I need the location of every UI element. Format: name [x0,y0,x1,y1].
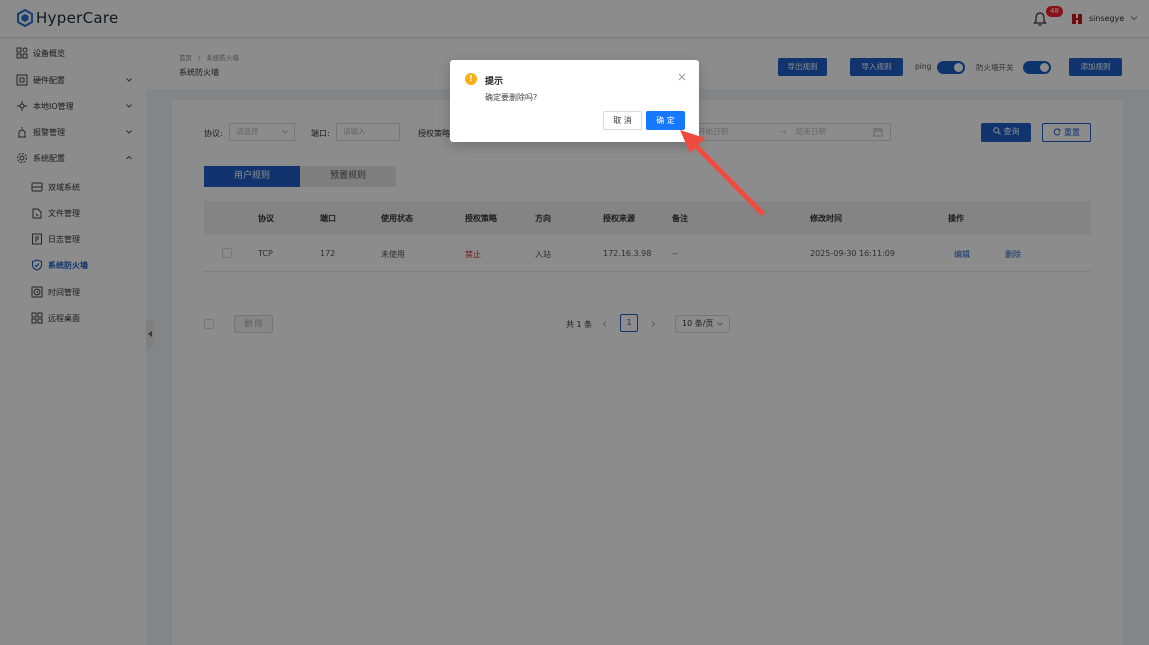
confirm-dialog: ! 提示 确定要删除吗? 取 消 确 定 [450,60,699,142]
warning-icon: ! [465,73,477,85]
confirm-button[interactable]: 确 定 [646,111,685,130]
dialog-title: 提示 [485,77,504,87]
dialog-message: 确定要删除吗? [485,93,538,102]
cancel-button[interactable]: 取 消 [603,111,642,130]
close-icon[interactable] [676,71,688,83]
